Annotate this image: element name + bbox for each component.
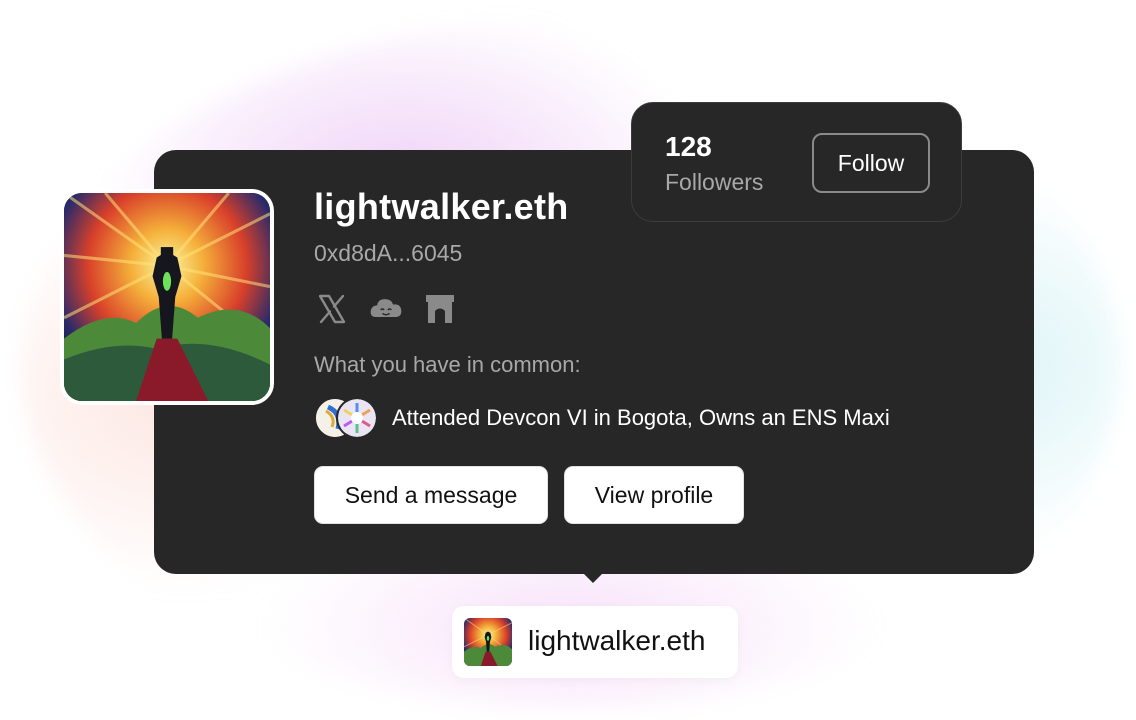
x-twitter-icon[interactable] [314, 290, 350, 328]
chip-name: lightwalker.eth [528, 625, 706, 656]
ens-maxi-badge-graphic [338, 399, 376, 437]
view-profile-button[interactable]: View profile [564, 466, 744, 524]
x-twitter-icon-graphic [318, 294, 346, 324]
cloud-face-icon[interactable] [368, 290, 404, 328]
chip-avatar [464, 618, 512, 666]
common-label: What you have in common: [314, 352, 581, 377]
card-pointer [581, 571, 605, 583]
common-text: Attended Devcon VI in Bogota, Owns an EN… [392, 405, 890, 430]
common-row: Attended Devcon VI in Bogota, Owns an EN… [314, 397, 890, 439]
social-links [314, 290, 458, 328]
followers-count: 128 [665, 131, 712, 162]
profile-chip[interactable]: lightwalker.eth [452, 606, 738, 678]
send-message-button[interactable]: Send a message [314, 466, 548, 524]
wallet-address[interactable]: 0xd8dA...6045 [314, 240, 462, 267]
gateway-arch-icon-graphic [426, 295, 454, 323]
profile-avatar[interactable] [60, 189, 274, 405]
common-badges [314, 397, 380, 439]
follow-button[interactable]: Follow [812, 133, 930, 193]
cloud-face-icon-graphic [370, 299, 402, 318]
followers-label: Followers [665, 169, 764, 195]
profile-name: lightwalker.eth [314, 186, 569, 227]
chip-avatar-image [464, 618, 512, 666]
avatar-image [64, 193, 270, 401]
gateway-arch-icon[interactable] [422, 290, 458, 328]
ens-maxi-badge-icon [336, 397, 378, 439]
followers-card: 128 Followers Follow [631, 102, 962, 222]
